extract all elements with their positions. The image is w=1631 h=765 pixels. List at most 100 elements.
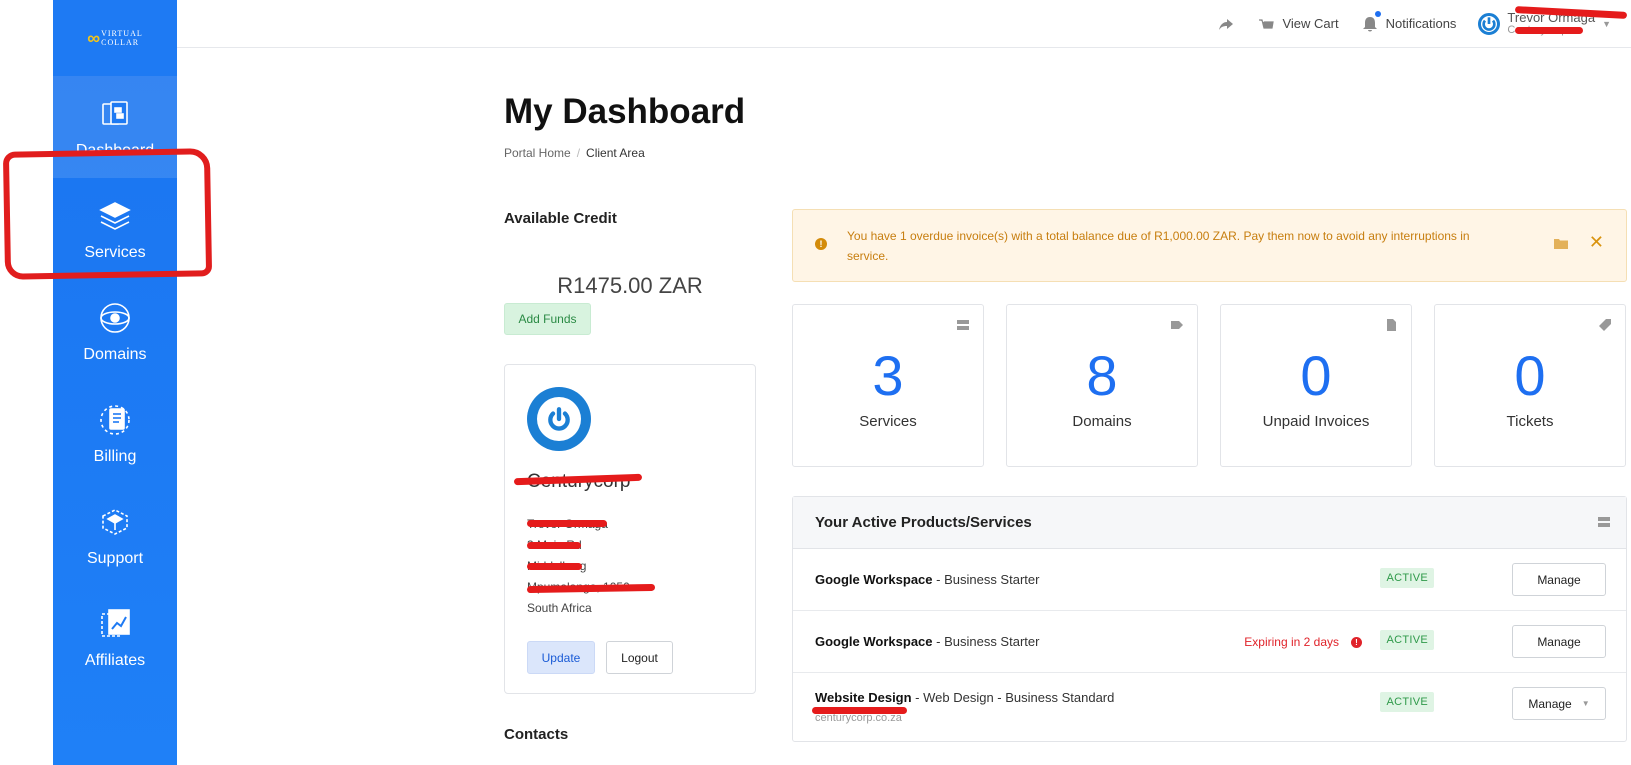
status-badge: ACTIVE — [1380, 630, 1434, 650]
user-menu[interactable]: Trevor Ormaga Centurycorp ▼ — [1478, 11, 1611, 36]
page-title: My Dashboard — [504, 92, 746, 131]
folder-icon[interactable] — [1554, 237, 1568, 249]
credit-amount: R1475.00 ZAR — [557, 273, 703, 298]
stat-label: Services — [859, 413, 917, 430]
address-line: 3 Main Rd — [527, 538, 582, 552]
stat-tile-services[interactable]: 3 Services — [792, 304, 984, 467]
sidebar-item-label: Services — [84, 244, 146, 261]
address-country: South Africa — [527, 601, 592, 615]
overdue-alert: ! You have 1 overdue invoice(s) with a t… — [792, 209, 1627, 282]
chevron-down-icon: ▼ — [1602, 18, 1611, 29]
sidebar-item-services[interactable]: Services — [53, 178, 177, 280]
document-icon — [1387, 319, 1396, 331]
product-name: Google Workspace - Business Starter — [815, 572, 1040, 587]
caret-down-icon: ▼ — [1581, 699, 1590, 708]
manage-dropdown-button[interactable]: Manage ▼ — [1512, 687, 1606, 720]
product-name: Website Design - Web Design - Business S… — [815, 690, 1115, 705]
ticket-icon — [1599, 319, 1611, 331]
breadcrumb: Portal Home / Client Area — [504, 146, 645, 160]
stat-label: Tickets — [1506, 413, 1554, 430]
stat-value: 8 — [1086, 344, 1118, 407]
topbar: View Cart Notifications Trevor Ormaga Ce… — [177, 0, 1631, 48]
user-name: Trevor Ormaga — [1507, 10, 1596, 25]
alert-message: You have 1 overdue invoice(s) with a tot… — [847, 229, 1470, 263]
logo-infinity-icon: ∞ — [87, 27, 100, 48]
sidebar-item-affiliates[interactable]: Affiliates — [53, 586, 177, 688]
stat-label: Domains — [1072, 413, 1132, 430]
stat-value: 0 — [1300, 344, 1332, 407]
notification-dot — [1374, 10, 1381, 17]
credit-title: Available Credit — [504, 210, 617, 227]
product-row[interactable]: Google Workspace - Business Starter Expi… — [793, 611, 1626, 673]
breadcrumb-home[interactable]: Portal Home — [504, 146, 571, 160]
sidebar-item-dashboard[interactable]: Dashboard — [53, 76, 177, 178]
logout-button[interactable]: Logout — [606, 641, 673, 674]
view-cart-label: View Cart — [1282, 16, 1339, 31]
dashboard-icon — [102, 101, 128, 125]
status-badge: ACTIVE — [1380, 568, 1434, 588]
user-avatar — [1478, 12, 1501, 35]
add-funds-button[interactable]: Add Funds — [504, 303, 591, 335]
manage-button[interactable]: Manage — [1512, 625, 1606, 658]
company-name: Centurycorp — [527, 471, 631, 492]
bell-icon — [1362, 16, 1377, 31]
services-icon — [99, 202, 131, 230]
sidebar-item-label: Domains — [83, 346, 147, 363]
panel-title: Your Active Products/Services — [815, 514, 1032, 531]
profile-card: Centurycorp Trevor Ormaga 3 Main Rd Midd… — [504, 364, 756, 694]
company-logo — [527, 387, 591, 451]
share-icon — [1219, 18, 1234, 30]
breadcrumb-separator: / — [576, 146, 581, 160]
sidebar: ∞ VIRTUAL COLLAR Dashboard Services Doma… — [53, 0, 177, 765]
logo-wordmark: VIRTUAL COLLAR — [101, 29, 143, 47]
close-alert-button[interactable]: ✕ — [1589, 232, 1604, 253]
update-button[interactable]: Update — [527, 641, 595, 674]
server-icon — [1598, 517, 1610, 527]
stat-value: 0 — [1514, 344, 1546, 407]
tag-icon — [1171, 321, 1183, 329]
expiring-text: Expiring in 2 days — [1244, 635, 1339, 649]
sidebar-item-label: Affiliates — [84, 652, 146, 669]
product-domain: centurycorp.co.za — [815, 712, 902, 724]
address-line: Mpumalanga, 1050 — [527, 580, 630, 594]
sidebar-item-domains[interactable]: Domains — [53, 280, 177, 382]
stat-tile-unpaid-invoices[interactable]: 0 Unpaid Invoices — [1220, 304, 1412, 467]
manage-button[interactable]: Manage — [1512, 563, 1606, 596]
stat-label: Unpaid Invoices — [1262, 413, 1370, 430]
exclamation-icon: ! — [1351, 636, 1362, 648]
address-line: Trevor Ormaga — [527, 517, 608, 531]
dashboard-page: ∞ VIRTUAL COLLAR Dashboard Services Doma… — [0, 0, 1631, 765]
expiring-notice: Expiring in 2 days ! — [1244, 635, 1362, 649]
support-icon — [102, 509, 128, 535]
sidebar-item-label: Support — [86, 550, 144, 567]
bell-icon-wrap — [1361, 10, 1381, 33]
stat-value: 3 — [872, 344, 904, 407]
sidebar-item-support[interactable]: Support — [53, 484, 177, 586]
power-icon — [537, 397, 581, 441]
breadcrumb-current: Client Area — [586, 146, 645, 160]
affiliates-icon — [101, 609, 130, 637]
server-icon — [957, 320, 969, 330]
address-line: Middelburg — [527, 559, 587, 573]
billing-icon — [100, 405, 130, 435]
power-icon — [1482, 16, 1497, 31]
sidebar-item-label: Billing — [93, 448, 137, 465]
stat-tile-domains[interactable]: 8 Domains — [1006, 304, 1198, 467]
user-info: Trevor Ormaga Centurycorp — [1507, 11, 1595, 36]
power-symbol-icon — [548, 407, 570, 431]
stat-tile-tickets[interactable]: 0 Tickets — [1434, 304, 1626, 467]
domains-icon — [100, 303, 130, 333]
sidebar-item-label: Dashboard — [75, 142, 155, 159]
product-row[interactable]: Google Workspace - Business Starter ACTI… — [793, 549, 1626, 611]
panel-header: Your Active Products/Services — [793, 497, 1626, 549]
brand-logo[interactable]: ∞ VIRTUAL COLLAR — [53, 0, 177, 76]
user-company: Centurycorp — [1507, 24, 1568, 36]
cart-icon — [1259, 18, 1275, 29]
product-row[interactable]: Website Design - Web Design - Business S… — [793, 673, 1626, 735]
view-cart-link[interactable]: View Cart — [1257, 15, 1339, 33]
share-button[interactable] — [1217, 15, 1235, 33]
sidebar-item-billing[interactable]: Billing — [53, 382, 177, 484]
notifications-link[interactable]: Notifications — [1361, 10, 1456, 33]
exclamation-icon: ! — [815, 238, 827, 250]
status-badge: ACTIVE — [1380, 692, 1434, 712]
